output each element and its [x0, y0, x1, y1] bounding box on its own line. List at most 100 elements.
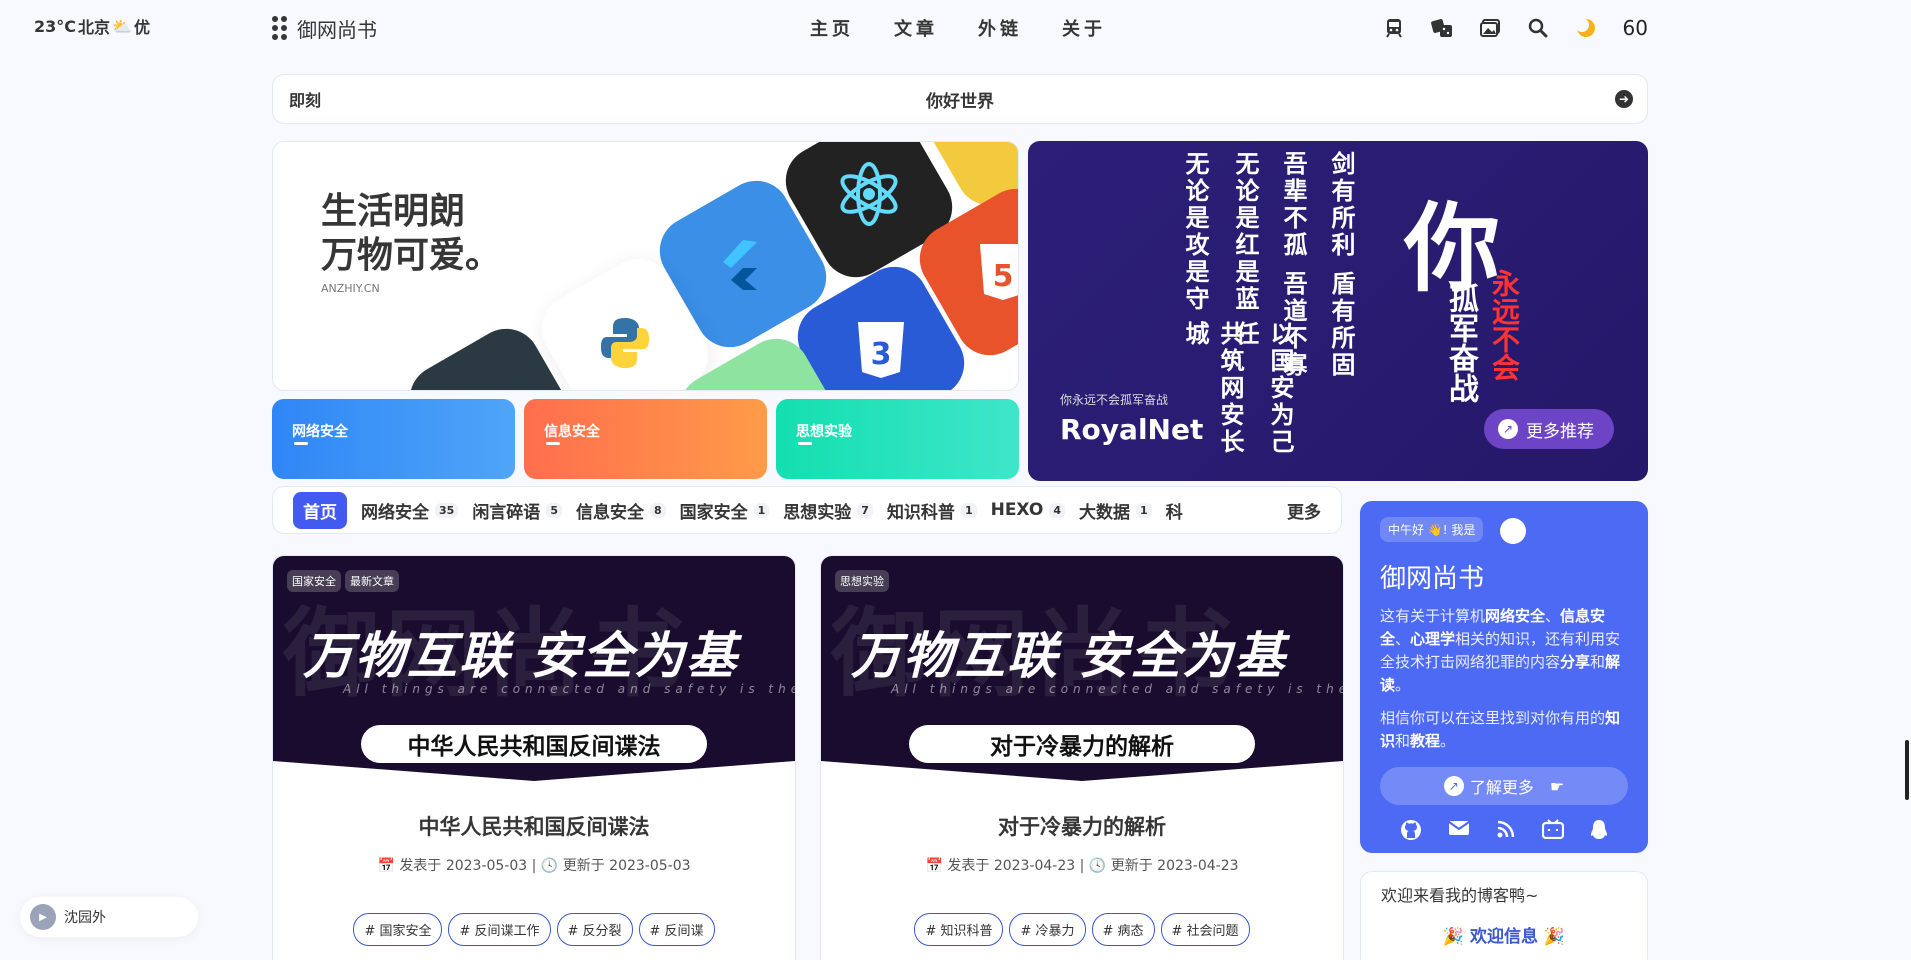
banner-headline-red: 永远不会 [1488, 269, 1521, 381]
github-icon[interactable] [1400, 819, 1422, 845]
author-name: 御网尚书 [1380, 564, 1485, 594]
category-home[interactable]: 首页 [293, 491, 347, 529]
category-item[interactable]: 闲言碎语 5 [472, 498, 562, 523]
recommend-banner[interactable]: 剑有所利 盾有所固 吾辈不孤 吾道不寡 无论是红是蓝 以国安为己任 无论是攻是守… [1028, 141, 1648, 481]
category-label: HEXO [990, 500, 1044, 520]
arrow-up-right-icon: ↗ [1498, 419, 1518, 439]
desc-text: 和 [1395, 732, 1411, 750]
desc-text: 、 [1395, 630, 1411, 648]
menu-item-home[interactable]: 主页 [810, 15, 854, 41]
category-item[interactable]: 科 [1166, 498, 1183, 523]
post-badge[interactable]: 国家安全 [287, 570, 341, 592]
category-item[interactable]: 信息安全 8 [576, 498, 666, 523]
grid-dots-icon[interactable] [272, 16, 287, 40]
dice-icon[interactable] [1430, 17, 1453, 39]
post-badge[interactable]: 思想实验 [835, 570, 889, 592]
post-tag[interactable]: # 社会问题 [1160, 913, 1250, 946]
quick-cat-info-security[interactable]: 信息安全 [524, 399, 767, 479]
quick-cat-thought-experiment[interactable]: 思想实验 [776, 399, 1019, 479]
post-tag[interactable]: # 病态 [1091, 913, 1155, 946]
post-title[interactable]: 对于冷暴力的解析 [821, 811, 1343, 841]
post-card[interactable]: 御网尚书 万物互联 安全为基 All things are connected … [272, 555, 796, 960]
category-count: 1 [753, 502, 770, 518]
hand-point-icon: ☛ [1549, 776, 1565, 796]
desc-strong: 分享 [1560, 653, 1591, 671]
post-title[interactable]: 中华人民共和国反间谍法 [273, 811, 795, 841]
post-tag[interactable]: # 反间谍工作 [448, 913, 551, 946]
banner-headline-side: 孤军奋战 [1443, 283, 1478, 403]
post-card[interactable]: 御网尚书 万物互联 安全为基 All things are connected … [820, 555, 1344, 960]
category-item[interactable]: HEXO 4 [990, 500, 1066, 520]
published-date: 2023-05-03 [445, 858, 528, 874]
hero-title-line2: 万物可爱。 [321, 235, 502, 276]
category-more[interactable]: 更多 [1283, 497, 1321, 523]
banner-poem-8: 共筑网安长城 [1181, 321, 1244, 456]
music-player[interactable]: ▶ 沈园外 [20, 897, 198, 937]
banner-poem-1: 剑有所利 [1327, 151, 1355, 259]
cover-slogan: 万物互联 安全为基 [303, 627, 739, 685]
email-icon[interactable] [1448, 819, 1470, 845]
arrow-up-right-icon: ↗ [1443, 776, 1464, 796]
hero-title: 生活明朗 万物可爱。 [321, 190, 501, 278]
category-item[interactable]: 思想实验 7 [783, 498, 873, 523]
category-count: 1 [960, 502, 977, 518]
hero-card[interactable]: 生活明朗 万物可爱。 ANZHIY.CN 5 3 [272, 141, 1019, 391]
quick-cat-network-security[interactable]: 网络安全 [272, 399, 515, 479]
gallery-icon[interactable] [1479, 17, 1501, 39]
menu-item-articles[interactable]: 文章 [894, 15, 938, 41]
weather-city: 北京 [78, 18, 111, 37]
category-item[interactable]: 网络安全 35 [361, 498, 459, 523]
category-label: 大数据 [1079, 502, 1131, 523]
cover-subtitle: All things are connected and safety is t… [891, 682, 1343, 696]
banner-poem-2: 盾有所固 [1327, 271, 1355, 379]
updated-date: 2023-04-23 [1157, 858, 1239, 874]
play-icon[interactable]: ▶ [30, 904, 56, 930]
quick-cat-label: 信息安全 [544, 424, 600, 440]
author-card: 中午好 👋! 我是 ✍ 御网尚书 这有关于计算机网络安全、信息安全、心理学相关的… [1360, 501, 1648, 853]
weather-aqi: 优 [133, 18, 150, 37]
greeting-badge: 中午好 👋! 我是 [1380, 517, 1484, 542]
post-tag[interactable]: # 反间谍 [638, 913, 715, 946]
moon-icon[interactable] [1574, 17, 1597, 39]
post-tag[interactable]: # 反分裂 [556, 913, 633, 946]
author-description-2: 相信你可以在这里找到对你有用的知识和教程。 [1380, 707, 1628, 753]
post-cover[interactable]: 御网尚书 万物互联 安全为基 All things are connected … [821, 556, 1343, 781]
learn-more-button[interactable]: ↗ 了解更多 ☛ [1380, 767, 1628, 805]
song-title: 沈园外 [64, 910, 106, 926]
category-count: 1 [1136, 502, 1152, 518]
pen-icon[interactable]: ✍ [1500, 518, 1526, 544]
qq-icon[interactable] [1590, 819, 1608, 845]
category-item[interactable]: 知识科普 1 [887, 498, 977, 523]
arrow-right-icon[interactable]: ➜ [1615, 90, 1633, 108]
nav-counter[interactable]: 60 [1623, 16, 1648, 40]
rss-icon[interactable] [1496, 819, 1516, 845]
post-tag[interactable]: # 国家安全 [353, 913, 443, 946]
hero-title-line1: 生活明朗 [321, 191, 466, 232]
more-recommend-button[interactable]: ↗ 更多推荐 [1484, 409, 1614, 449]
category-label: 网络安全 [361, 502, 429, 523]
search-icon[interactable] [1527, 17, 1549, 39]
desc-text: 和 [1590, 653, 1606, 671]
category-label: 科 [1165, 502, 1183, 523]
train-icon[interactable] [1383, 17, 1405, 39]
category-count: 35 [435, 502, 459, 518]
post-cover[interactable]: 御网尚书 万物互联 安全为基 All things are connected … [273, 556, 795, 781]
category-label: 思想实验 [783, 502, 852, 523]
post-tag[interactable]: # 知识科普 [914, 913, 1004, 946]
bilibili-icon[interactable] [1541, 819, 1565, 845]
desc-strong: 网络安全 [1485, 607, 1546, 625]
updated-label: 更新于 [1110, 858, 1153, 874]
category-item[interactable]: 大数据 1 [1079, 498, 1152, 523]
scrollbar[interactable] [1905, 740, 1909, 800]
announcement-bar[interactable]: 即刻 你好世界 ➜ [272, 74, 1648, 124]
announcement-message[interactable]: 你好世界 [273, 87, 1647, 112]
post-tag[interactable]: # 冷暴力 [1009, 913, 1086, 946]
welcome-title: 欢迎来看我的博客鸭~ [1381, 886, 1539, 905]
cover-pill: 中华人民共和国反间谍法 [361, 725, 707, 763]
brand-title[interactable]: 御网尚书 [297, 14, 377, 43]
menu-item-about[interactable]: 关于 [1062, 15, 1106, 41]
menu-item-links[interactable]: 外链 [978, 15, 1022, 41]
brand[interactable]: 御网尚书 [272, 14, 377, 43]
category-item[interactable]: 国家安全 1 [680, 498, 770, 523]
category-count: 4 [1049, 502, 1066, 518]
